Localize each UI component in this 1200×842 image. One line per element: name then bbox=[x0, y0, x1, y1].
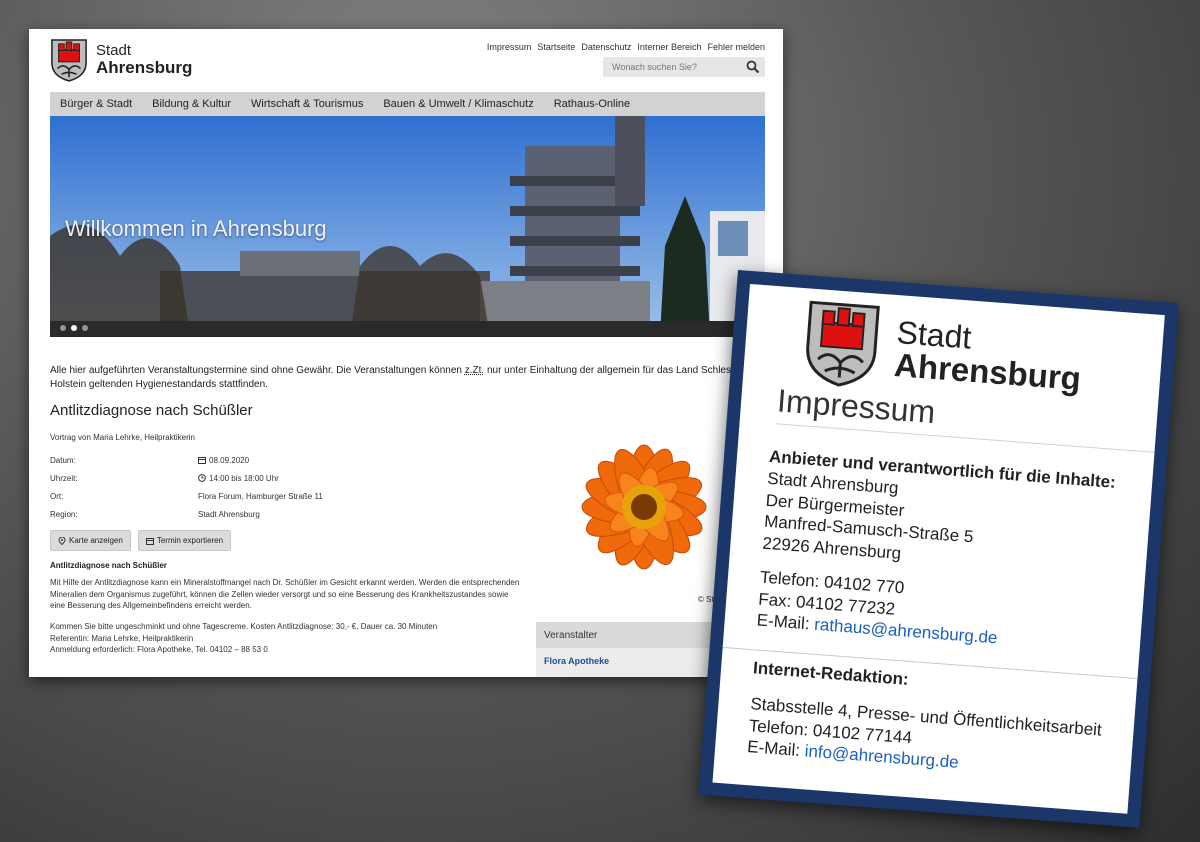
util-link-impressum[interactable]: Impressum bbox=[487, 42, 532, 52]
detail-row-date: Datum: 08.09.2020 bbox=[50, 451, 323, 469]
search-input[interactable] bbox=[603, 61, 744, 73]
detail-row-region: Region: Stadt Ahrensburg bbox=[50, 505, 323, 523]
card-frame: Stadt Ahrensburg Impressum Anbieter und … bbox=[698, 270, 1179, 828]
calendar-icon bbox=[145, 537, 154, 545]
event-body-info: Kommen Sie bitte ungeschminkt und ohne T… bbox=[50, 621, 525, 656]
util-link-startseite[interactable]: Startseite bbox=[537, 42, 575, 52]
detail-row-location: Ort: Flora Forum, Hamburger Straße 11 bbox=[50, 487, 323, 505]
event-info-line: Referentin: Maria Lehrke, Heilpraktikeri… bbox=[50, 633, 194, 643]
show-map-button[interactable]: Karte anzeigen bbox=[50, 530, 131, 551]
nav-item-bauen-umwelt[interactable]: Bauen & Umwelt / Klimaschutz bbox=[373, 98, 543, 110]
detail-label: Uhrzeit: bbox=[50, 473, 78, 483]
detail-value: 08.09.2020 bbox=[209, 455, 250, 465]
notice-text: Alle hier aufgeführten Veranstaltungster… bbox=[50, 364, 765, 391]
editorial-email-label: E-Mail: bbox=[746, 737, 806, 761]
website-screenshot: Stadt Ahrensburg Impressum Startseite Da… bbox=[29, 29, 783, 677]
calendar-icon bbox=[198, 457, 206, 464]
hero-title: Willkommen in Ahrensburg bbox=[65, 216, 327, 241]
event-body-heading: Antlitzdiagnose nach Schüßler bbox=[50, 561, 167, 570]
impressum-card: Stadt Ahrensburg Impressum Anbieter und … bbox=[698, 270, 1179, 828]
event-subtitle: Vortrag von Maria Lehrke, Heilpraktikeri… bbox=[50, 433, 195, 442]
util-link-datenschutz[interactable]: Datenschutz bbox=[581, 42, 631, 52]
event-details: Datum: 08.09.2020 Uhrzeit: 14:00 bis 18:… bbox=[50, 451, 323, 523]
event-title: Antlitzdiagnose nach Schüßler bbox=[50, 402, 253, 419]
detail-row-time: Uhrzeit: 14:00 bis 18:00 Uhr bbox=[50, 469, 323, 487]
search-bar bbox=[603, 57, 765, 77]
detail-value: 14:00 bis 18:00 Uhr bbox=[209, 473, 279, 483]
nav-item-buerger-stadt[interactable]: Bürger & Stadt bbox=[50, 98, 142, 110]
provider-section: Anbieter und verantwortlich für die Inha… bbox=[756, 446, 1117, 658]
nav-item-wirtschaft-tourismus[interactable]: Wirtschaft & Tourismus bbox=[241, 98, 373, 110]
show-map-label: Karte anzeigen bbox=[69, 536, 123, 545]
detail-label: Region: bbox=[50, 509, 78, 519]
slider-dot[interactable] bbox=[82, 325, 88, 331]
logo-line1: Stadt bbox=[96, 42, 132, 60]
main-nav: Bürger & Stadt Bildung & Kultur Wirtscha… bbox=[50, 92, 765, 116]
utility-links: Impressum Startseite Datenschutz Interne… bbox=[487, 42, 765, 52]
notice-part1: Alle hier aufgeführten Veranstaltungster… bbox=[50, 365, 465, 376]
crest-icon bbox=[806, 300, 880, 387]
logo-line2: Ahrensburg bbox=[96, 57, 193, 77]
clock-icon bbox=[198, 474, 206, 482]
crest-icon bbox=[51, 39, 87, 82]
card-content: Stadt Ahrensburg Impressum Anbieter und … bbox=[712, 283, 1165, 814]
event-actions: Karte anzeigen Termin exportieren bbox=[50, 530, 232, 551]
util-link-interner-bereich[interactable]: Interner Bereich bbox=[637, 42, 701, 52]
detail-value: Stadt Ahrensburg bbox=[198, 509, 260, 519]
detail-value: Flora Forum, Hamburger Straße 11 bbox=[198, 491, 323, 501]
notice-abbr: z.Zt. bbox=[464, 365, 485, 376]
detail-label: Datum: bbox=[50, 455, 76, 465]
event-info-line: Anmeldung erforderlich: Flora Apotheke, … bbox=[50, 645, 268, 655]
site-logo[interactable]: Stadt Ahrensburg bbox=[50, 38, 192, 82]
export-event-button[interactable]: Termin exportieren bbox=[137, 530, 232, 551]
nav-item-bildung-kultur[interactable]: Bildung & Kultur bbox=[142, 98, 241, 110]
slider-dots bbox=[60, 325, 88, 331]
event-info-line: Kommen Sie bitte ungeschminkt und ohne T… bbox=[50, 622, 438, 631]
util-link-fehler-melden[interactable]: Fehler melden bbox=[707, 42, 765, 52]
search-icon[interactable] bbox=[746, 60, 760, 74]
nav-item-rathaus-online[interactable]: Rathaus-Online bbox=[544, 98, 640, 110]
editorial-section: Internet-Redaktion: Stabsstelle 4, Press… bbox=[746, 657, 1105, 784]
map-pin-icon bbox=[58, 536, 66, 545]
hero-banner[interactable]: Willkommen in Ahrensburg bbox=[50, 116, 765, 337]
slider-dot[interactable] bbox=[60, 325, 66, 331]
detail-label: Ort: bbox=[50, 491, 64, 501]
event-body-paragraph: Mit Hilfe der Antlitzdiagnose kann ein M… bbox=[50, 578, 520, 611]
email-label: E-Mail: bbox=[756, 610, 815, 634]
slider-dot-active[interactable] bbox=[71, 325, 77, 331]
export-event-label: Termin exportieren bbox=[156, 536, 224, 545]
